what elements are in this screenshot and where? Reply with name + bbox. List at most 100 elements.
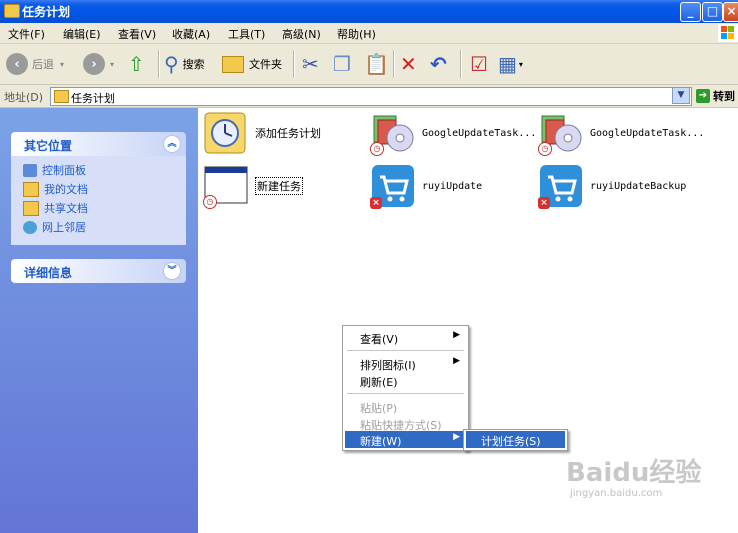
menu-item-label: 查看(V) (360, 333, 399, 346)
toolbar-separator (393, 50, 395, 78)
back-dropdown-icon[interactable]: ▾ (60, 60, 64, 69)
task-label: 新建任务 (255, 177, 303, 195)
menu-item-label: 排列图标(I) (360, 359, 416, 372)
forward-button[interactable]: › ▾ (83, 50, 114, 78)
menu-item-paste[interactable]: 粘贴(P) (345, 398, 466, 415)
menu-item-scheduled-task[interactable]: 计划任务(S) (466, 431, 565, 448)
menu-file[interactable]: 文件(F) (8, 26, 45, 42)
undo-button[interactable]: ↶ (430, 50, 447, 78)
address-input[interactable]: 任务计划 (50, 87, 692, 106)
new-task-item[interactable]: ◷ 新建任务 (203, 163, 303, 209)
place-shared-documents[interactable]: 共享文档 (23, 200, 88, 216)
close-button[interactable]: × (723, 2, 738, 22)
menu-advanced[interactable]: 高级(N) (282, 26, 321, 42)
forward-dropdown-icon[interactable]: ▾ (110, 60, 114, 69)
folders-button[interactable]: 文件夹 (222, 50, 282, 78)
expand-chevron-icon[interactable]: ︾ (163, 262, 181, 280)
task-label: GoogleUpdateTask... (590, 127, 705, 139)
google-update-task-item[interactable]: ◷ GoogleUpdateTask... (370, 110, 536, 156)
properties-icon: ☑ (470, 52, 488, 76)
properties-button[interactable]: ☑ (470, 50, 488, 78)
folders-label: 文件夹 (249, 58, 282, 71)
other-places-title: 其它位置 (24, 139, 73, 153)
toolbar-separator (460, 50, 462, 78)
place-label: 网上邻居 (42, 221, 86, 234)
undo-icon: ↶ (430, 52, 447, 76)
task-window-icon: ◷ (203, 163, 249, 209)
views-button[interactable]: ▦ ▾ (498, 50, 523, 78)
address-dropdown-icon[interactable]: ▼ (672, 87, 690, 104)
up-folder-button[interactable]: ⇧ (128, 50, 145, 78)
menu-favorites[interactable]: 收藏(A) (172, 26, 210, 42)
control-panel-icon (23, 163, 37, 177)
place-my-documents[interactable]: 我的文档 (23, 181, 88, 197)
google-update-task-item[interactable]: ◷ GoogleUpdateTask... (538, 110, 704, 156)
shopping-cart-icon: × (370, 163, 416, 209)
window-title: 任务计划 (22, 5, 71, 19)
place-control-panel[interactable]: 控制面板 (23, 162, 86, 178)
task-label: ruyiUpdate (422, 180, 483, 192)
menu-view[interactable]: 查看(V) (118, 26, 156, 42)
up-folder-icon: ⇧ (128, 52, 145, 76)
other-places-header[interactable]: 其它位置 ︽ (11, 132, 186, 156)
views-dropdown-icon: ▾ (518, 59, 523, 69)
forward-arrow-icon: › (83, 53, 105, 75)
minimize-button[interactable]: _ (680, 2, 701, 22)
shared-documents-icon (23, 200, 39, 216)
delete-x-icon: ✕ (400, 52, 417, 76)
collapse-chevron-icon[interactable]: ︽ (163, 135, 181, 153)
watermark-url: jingyan.baidu.com (570, 488, 663, 499)
details-header[interactable]: 详细信息 ︾ (11, 259, 186, 283)
windows-logo-icon (718, 24, 738, 42)
menu-item-view[interactable]: 查看(V) ▶ (345, 329, 466, 346)
place-network[interactable]: 网上邻居 (23, 219, 86, 235)
go-arrow-icon: ➔ (696, 89, 710, 103)
menu-edit[interactable]: 编辑(E) (63, 26, 101, 42)
menu-item-paste-shortcut[interactable]: 粘贴快捷方式(S) (345, 415, 466, 432)
search-icon: ⚲ (164, 52, 179, 76)
place-label: 我的文档 (44, 183, 88, 196)
menu-item-arrange-icons[interactable]: 排列图标(I) ▶ (345, 355, 466, 372)
add-task-wizard-icon (203, 110, 249, 156)
folder-icon (4, 4, 20, 18)
clock-overlay-icon: ◷ (538, 142, 552, 156)
submenu-arrow-icon: ▶ (453, 432, 460, 442)
menu-tools[interactable]: 工具(T) (228, 26, 265, 42)
installer-package-icon: ◷ (370, 110, 416, 156)
menu-separator (347, 393, 464, 394)
back-button[interactable]: ‹ 后退 ▾ (6, 50, 64, 78)
cut-button[interactable]: ✂ (302, 50, 319, 78)
back-label: 后退 (32, 58, 54, 71)
search-button[interactable]: ⚲ 搜索 (164, 50, 205, 78)
menu-item-label: 计划任务(S) (481, 435, 541, 448)
copy-button[interactable]: ❐ (333, 50, 351, 78)
maximize-button[interactable]: □ (702, 2, 723, 22)
shopping-cart-icon: × (538, 163, 584, 209)
back-arrow-icon: ‹ (6, 53, 28, 75)
views-icon: ▦ (498, 52, 517, 76)
address-value: 任务计划 (71, 92, 115, 105)
place-label: 共享文档 (44, 202, 88, 215)
go-button[interactable]: ➔ 转到 (696, 88, 735, 104)
search-label: 搜索 (182, 58, 205, 71)
menu-item-refresh[interactable]: 刷新(E) (345, 372, 466, 389)
ruyi-update-item[interactable]: × ruyiUpdate (370, 163, 482, 209)
paste-icon: 📋 (364, 52, 389, 76)
menu-item-new[interactable]: 新建(W) ▶ (345, 431, 466, 448)
add-scheduled-task-item[interactable]: 添加任务计划 (203, 110, 321, 156)
ruyi-update-backup-item[interactable]: × ruyiUpdateBackup (538, 163, 686, 209)
menu-item-label: 刷新(E) (360, 376, 398, 389)
menu-help[interactable]: 帮助(H) (337, 26, 376, 42)
paste-button[interactable]: 📋 (364, 50, 389, 78)
menu-item-label: 粘贴(P) (360, 402, 398, 415)
menu-bar: 文件(F) 编辑(E) 查看(V) 收藏(A) 工具(T) 高级(N) 帮助(H… (0, 23, 738, 44)
address-label: 地址(D) (4, 91, 44, 104)
delete-button[interactable]: ✕ (400, 50, 417, 78)
place-label: 控制面板 (42, 164, 86, 177)
toolbar: ‹ 后退 ▾ › ▾ ⇧ ⚲ 搜索 文件夹 ✂ ❐ 📋 ✕ ↶ ☑ ▦ ▾ (0, 44, 738, 85)
other-places-list: 控制面板 我的文档 共享文档 网上邻居 (11, 156, 186, 245)
context-menu: 查看(V) ▶ 排列图标(I) ▶ 刷新(E) 粘贴(P) 粘贴快捷方式(S) … (342, 325, 469, 451)
clock-overlay-icon: ◷ (370, 142, 384, 156)
folder-icon (54, 90, 69, 103)
title-bar[interactable]: 任务计划 _ □ × (0, 0, 738, 23)
